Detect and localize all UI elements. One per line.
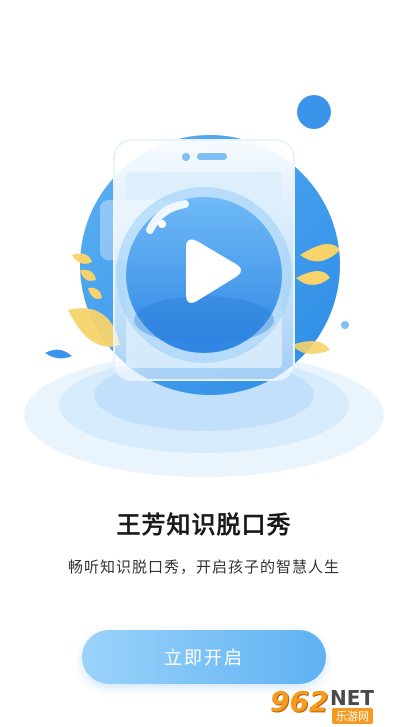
page-title: 王芳知识脱口秀 — [116, 511, 292, 539]
watermark-sub: 乐游网 — [332, 708, 373, 724]
water-drop — [45, 349, 72, 359]
page-subtitle: 畅听知识脱口秀，开启孩子的智慧人生 — [67, 558, 340, 576]
start-button[interactable]: 立即开启 — [82, 630, 326, 684]
decor-dot — [297, 95, 331, 129]
watermark-logo: 962 — [270, 685, 329, 718]
decor-dot-small — [341, 321, 349, 329]
watermark-net: NET — [330, 686, 375, 710]
app-illustration — [24, 95, 384, 477]
watermark: 962 NET 乐游网 — [270, 683, 402, 724]
